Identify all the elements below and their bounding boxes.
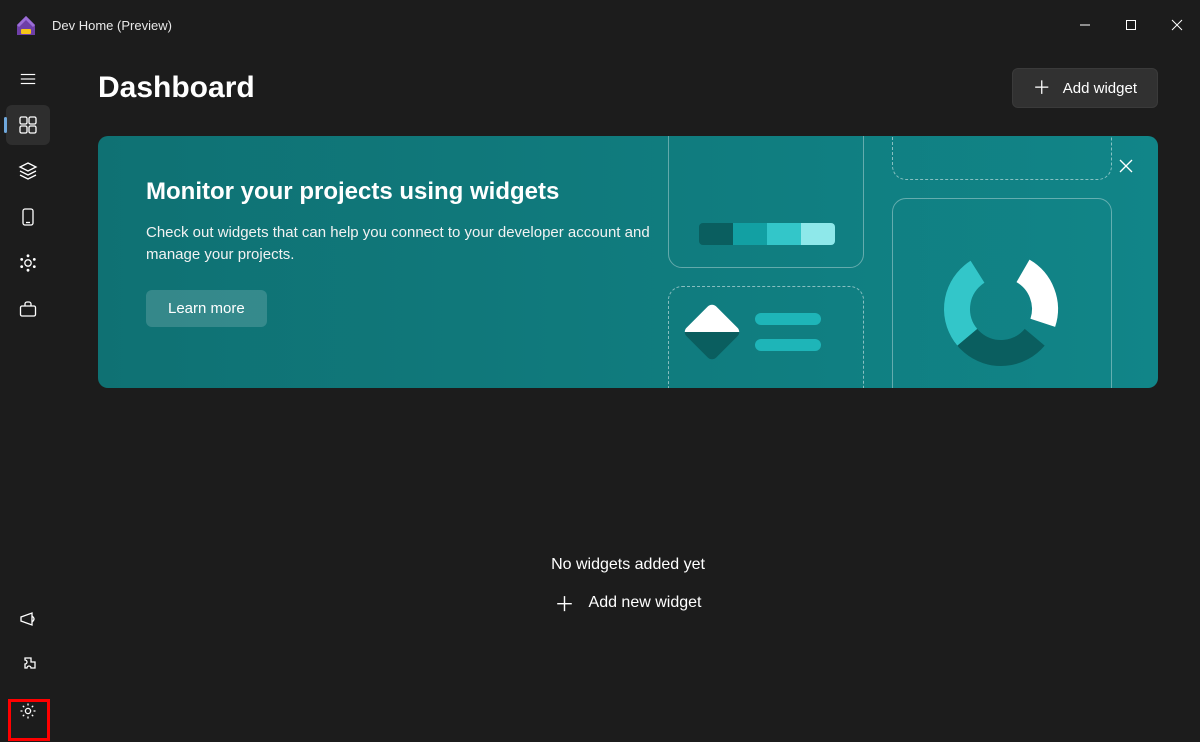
add-new-widget-link[interactable]: ＋ Add new widget [547,584,710,621]
page-title: Dashboard [98,71,255,105]
add-widget-button[interactable]: ＋ Add widget [1012,68,1158,108]
banner-title: Monitor your projects using widgets [146,178,658,206]
plus-icon: ＋ [555,588,575,617]
empty-state: No widgets added yet ＋ Add new widget [98,556,1158,621]
nav-toolkit[interactable] [6,289,50,329]
window-controls [1062,0,1200,50]
banner-description: Check out widgets that can help you conn… [146,222,658,266]
banner-close-button[interactable] [1110,150,1142,182]
nav-device[interactable] [6,197,50,237]
add-new-widget-label: Add new widget [589,594,702,612]
titlebar: Dev Home (Preview) [0,0,1200,50]
nav-layers[interactable] [6,151,50,191]
maximize-button[interactable] [1108,5,1154,45]
minimize-button[interactable] [1062,5,1108,45]
widgets-banner: Monitor your projects using widgets Chec… [98,136,1158,388]
nav-extensions[interactable] [6,645,50,685]
nav-connections[interactable] [6,243,50,283]
hamburger-menu[interactable] [6,59,50,99]
nav-feedback[interactable] [6,599,50,639]
banner-illustration [638,136,1158,388]
nav-settings[interactable] [6,691,50,731]
add-widget-label: Add widget [1063,80,1137,97]
app-title: Dev Home (Preview) [52,18,172,33]
learn-more-button[interactable]: Learn more [146,290,267,327]
close-button[interactable] [1154,5,1200,45]
empty-state-title: No widgets added yet [551,556,705,574]
main-content: Dashboard ＋ Add widget Monitor your proj… [56,50,1200,742]
nav-rail [0,50,56,742]
plus-icon: ＋ [1033,79,1051,97]
nav-dashboard[interactable] [6,105,50,145]
app-icon [14,13,38,37]
